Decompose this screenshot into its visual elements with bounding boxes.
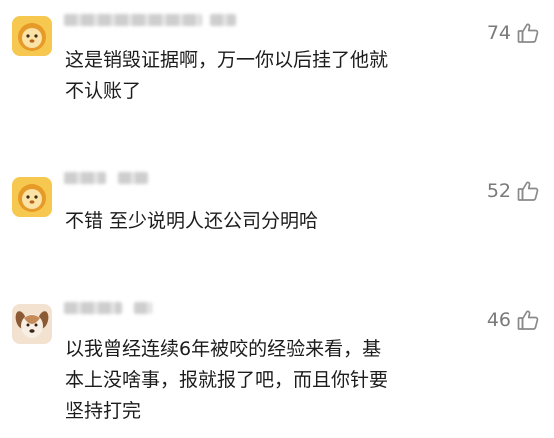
like-button[interactable]: 52 bbox=[487, 179, 540, 203]
like-button[interactable]: 46 bbox=[487, 308, 540, 332]
comment-text: 以我曾经连续6年被咬的经验来看，基 本上没啥事，报就报了吧，而且你针要 坚持打完 bbox=[65, 338, 389, 422]
like-count: 74 bbox=[486, 22, 511, 44]
like-count: 52 bbox=[486, 180, 511, 202]
comment-item-3: 以我曾经连续6年被咬的经验来看，基 本上没啥事，报就报了吧，而且你针要 坚持打完… bbox=[0, 288, 554, 438]
like-count: 46 bbox=[486, 309, 511, 331]
comment-item-2: 不错 至少说明人还公司分明哈 52 bbox=[0, 160, 554, 280]
orange-lion-avatar[interactable] bbox=[12, 16, 52, 56]
thumbs-up-icon bbox=[516, 308, 540, 332]
thumbs-up-icon bbox=[516, 21, 540, 45]
username-blurred bbox=[64, 14, 202, 26]
orange-lion-avatar[interactable] bbox=[12, 177, 52, 217]
comment-text: 不错 至少说明人还公司分明哈 bbox=[65, 210, 319, 232]
comment-text: 这是销毁证据啊，万一你以后挂了他就 不认账了 bbox=[65, 49, 389, 102]
comment-item-1: 这是销毁证据啊，万一你以后挂了他就 不认账了 74 bbox=[0, 0, 554, 145]
like-button[interactable]: 74 bbox=[487, 21, 540, 45]
username-blurred bbox=[64, 302, 122, 314]
username-blurred bbox=[64, 172, 106, 184]
dog-avatar[interactable] bbox=[12, 304, 52, 344]
username-blurred-suffix bbox=[134, 302, 152, 314]
username-blurred-suffix bbox=[210, 14, 236, 26]
username-blurred-suffix bbox=[118, 172, 148, 184]
thumbs-up-icon bbox=[516, 179, 540, 203]
